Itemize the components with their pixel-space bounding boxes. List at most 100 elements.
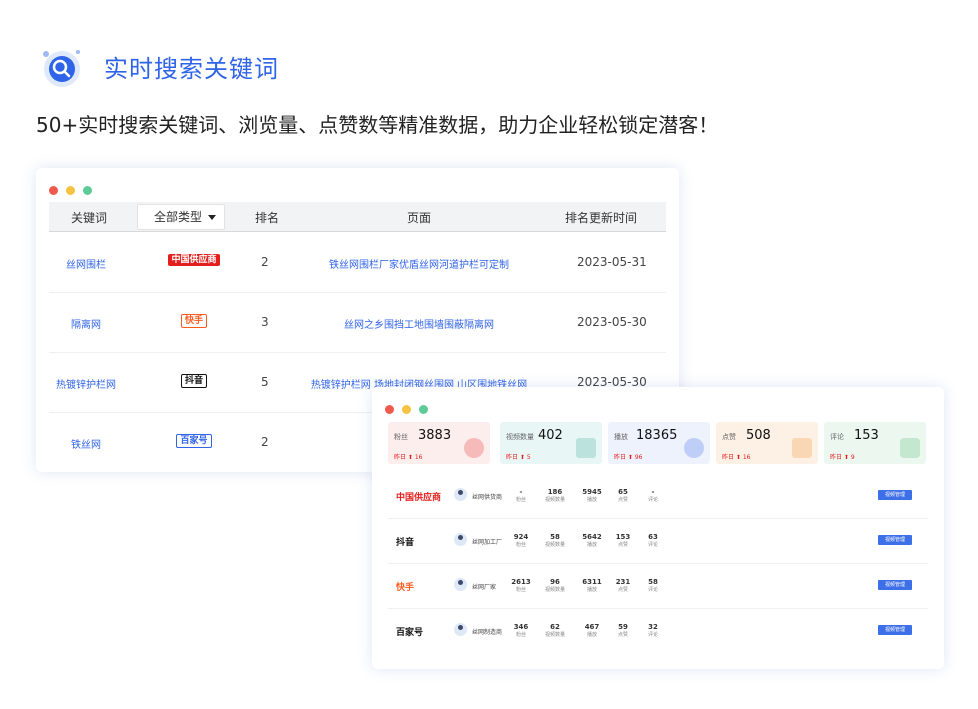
section-subtitle: 50+实时搜索关键词、浏览量、点赞数等精准数据，助力企业轻松锁定潜客！ bbox=[36, 113, 719, 137]
metric-value: 62 bbox=[550, 623, 560, 631]
platform-logo: 快手 bbox=[396, 583, 415, 593]
search-keyword-icon bbox=[43, 50, 80, 87]
metric-label: 点赞 bbox=[617, 542, 628, 548]
page-link[interactable]: 铁丝网围栏厂家优盾丝网河道护栏可定制 bbox=[299, 256, 539, 271]
stat-card-likes: 点赞 508 昨日 ⬆ 16 bbox=[716, 422, 818, 464]
metric-value: 59 bbox=[618, 623, 628, 631]
stat-card-plays: 播放 18365 昨日 ⬆ 96 bbox=[608, 422, 710, 464]
caret-down-icon bbox=[208, 215, 216, 220]
metric-comments: 32 评论 bbox=[641, 623, 665, 638]
minimize-dot-icon[interactable] bbox=[402, 405, 411, 414]
platform-logo: 百家号 bbox=[396, 628, 424, 638]
type-filter-dropdown[interactable]: 全部类型 bbox=[137, 204, 225, 230]
metric-value: 65 bbox=[618, 488, 628, 496]
metric-fans: 346 粉丝 bbox=[509, 623, 533, 638]
video-manage-button[interactable]: 视频管理 bbox=[878, 490, 912, 500]
maximize-dot-icon[interactable] bbox=[419, 405, 428, 414]
keyword-link[interactable]: 铁丝网 bbox=[49, 436, 123, 451]
metric-label: 评论 bbox=[647, 632, 658, 638]
update-date: 2023-05-30 bbox=[577, 315, 647, 329]
metric-label: 粉丝 bbox=[515, 542, 526, 548]
metric-fans: 2613 粉丝 bbox=[509, 578, 533, 593]
col-update-time: 排名更新时间 bbox=[565, 211, 638, 225]
stat-value: 18365 bbox=[636, 428, 678, 443]
metric-value: 186 bbox=[547, 488, 563, 496]
platform-row: 百家号 丝网制造商 346 粉丝 62 视频数量 467 播放 59 点赞 32 评论 视… bbox=[388, 609, 928, 653]
close-dot-icon[interactable] bbox=[49, 186, 58, 195]
video-manage-button[interactable]: 视频管理 bbox=[878, 535, 912, 545]
metric-value: 63 bbox=[648, 533, 658, 541]
account-name: 丝网厂家 bbox=[472, 584, 497, 591]
col-rank: 排名 bbox=[255, 211, 280, 225]
metric-videos: 62 视频数量 bbox=[543, 623, 567, 638]
table-header: 关键词 全部类型 排名 页面 排名更新时间 bbox=[49, 202, 666, 232]
metric-label: 评论 bbox=[647, 497, 658, 503]
keyword-link[interactable]: 隔离网 bbox=[49, 316, 123, 331]
maximize-dot-icon[interactable] bbox=[83, 186, 92, 195]
metric-label: 点赞 bbox=[617, 587, 628, 593]
stat-label: 视频数量 bbox=[506, 433, 534, 441]
metric-value: 58 bbox=[648, 578, 658, 586]
stat-delta: 昨日 ⬆ 5 bbox=[506, 454, 531, 461]
close-dot-icon[interactable] bbox=[385, 405, 394, 414]
account-stats-window: 粉丝 3883 昨日 ⬆ 16 视频数量 402 昨日 ⬆ 5 播放 18365… bbox=[372, 387, 944, 669]
metric-label: 视频数量 bbox=[544, 542, 565, 548]
video-manage-button[interactable]: 视频管理 bbox=[878, 580, 912, 590]
account-name: 丝网加工厂 bbox=[472, 539, 503, 546]
keyword-link[interactable]: 热镀锌护栏网 bbox=[49, 376, 123, 391]
update-date: 2023-05-31 bbox=[577, 255, 647, 269]
metric-likes: 65 点赞 bbox=[611, 488, 635, 503]
metric-label: 评论 bbox=[647, 587, 658, 593]
minimize-dot-icon[interactable] bbox=[66, 186, 75, 195]
metric-label: 播放 bbox=[586, 497, 597, 503]
stat-card-fans: 粉丝 3883 昨日 ⬆ 16 bbox=[388, 422, 490, 464]
metric-plays: 6311 播放 bbox=[580, 578, 604, 593]
metric-value: 58 bbox=[550, 533, 560, 541]
stat-value: 3883 bbox=[418, 428, 452, 443]
stat-delta: 昨日 ⬆ 96 bbox=[614, 454, 643, 461]
metric-value: 96 bbox=[550, 578, 560, 586]
platform-row: 抖音 丝网加工厂 924 粉丝 58 视频数量 5642 播放 153 点赞 63 评论 … bbox=[388, 519, 928, 564]
video-manage-button[interactable]: 视频管理 bbox=[878, 625, 912, 635]
avatar bbox=[454, 488, 467, 501]
metric-label: 粉丝 bbox=[515, 587, 526, 593]
metric-value: 153 bbox=[615, 533, 631, 541]
metric-value: - bbox=[519, 488, 523, 496]
keyword-link[interactable]: 丝网围栏 bbox=[49, 256, 123, 271]
col-page: 页面 bbox=[407, 211, 432, 225]
metric-videos: 186 视频数量 bbox=[543, 488, 567, 503]
metric-likes: 153 点赞 bbox=[611, 533, 635, 548]
thumbs-up-icon bbox=[792, 438, 812, 458]
metric-label: 粉丝 bbox=[515, 497, 526, 503]
metric-label: 点赞 bbox=[617, 497, 628, 503]
stat-delta: 昨日 ⬆ 16 bbox=[394, 454, 423, 461]
platform-badge: 百家号 bbox=[176, 434, 212, 448]
avatar bbox=[454, 623, 467, 636]
metric-videos: 58 视频数量 bbox=[543, 533, 567, 548]
metric-value: 6311 bbox=[582, 578, 602, 586]
stat-label: 粉丝 bbox=[394, 433, 408, 441]
user-icon bbox=[464, 438, 484, 458]
metric-value: 2613 bbox=[511, 578, 531, 586]
stat-label: 播放 bbox=[614, 433, 628, 441]
metric-value: - bbox=[651, 488, 655, 496]
avatar bbox=[454, 578, 467, 591]
platform-row: 快手 丝网厂家 2613 粉丝 96 视频数量 6311 播放 231 点赞 58 评论 … bbox=[388, 564, 928, 609]
rank-value: 3 bbox=[261, 315, 269, 329]
platform-badge: 中国供应商 bbox=[168, 254, 220, 266]
platform-badge: 抖音 bbox=[180, 374, 207, 388]
account-name: 丝网供货商 bbox=[472, 494, 503, 501]
metric-plays: 5945 播放 bbox=[580, 488, 604, 503]
col-keyword: 关键词 bbox=[71, 211, 108, 225]
window-controls bbox=[49, 180, 100, 199]
metric-comments: - 评论 bbox=[641, 488, 665, 503]
window-controls bbox=[385, 399, 436, 418]
platform-badge: 快手 bbox=[180, 314, 207, 328]
account-name: 丝网制造商 bbox=[472, 629, 503, 636]
page-link[interactable]: 丝网之乡围挡工地围墙围蔽隔离网 bbox=[299, 316, 539, 331]
metric-fans: - 粉丝 bbox=[509, 488, 533, 503]
stat-value: 508 bbox=[746, 428, 771, 443]
metric-value: 346 bbox=[513, 623, 529, 631]
metric-fans: 924 粉丝 bbox=[509, 533, 533, 548]
rank-value: 5 bbox=[261, 375, 269, 389]
